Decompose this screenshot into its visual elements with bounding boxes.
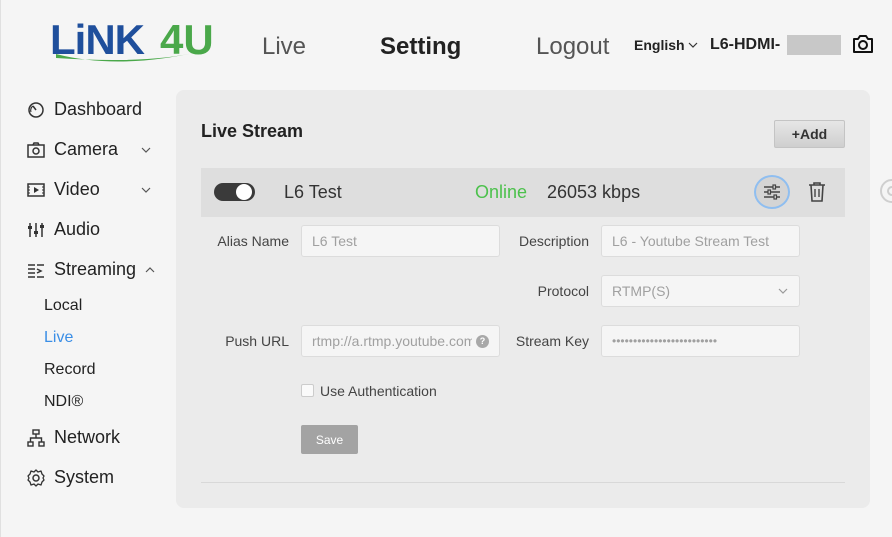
nav-setting[interactable]: Setting (380, 33, 461, 61)
chevron-down-icon[interactable] (140, 184, 152, 196)
save-button[interactable]: Save (301, 425, 358, 454)
sidebar-subitem-record[interactable]: Record (44, 361, 96, 379)
stream-status: Online (475, 182, 528, 202)
protocol-select[interactable]: RTMP(S) (601, 275, 800, 307)
chevron-up-icon[interactable] (144, 264, 156, 276)
sidebar-item-label: Dashboard (54, 99, 143, 119)
push-url-label: Push URL (225, 333, 289, 349)
sidebar-item-camera[interactable]: Camera (26, 139, 118, 160)
description-input[interactable]: L6 - Youtube Stream Test (601, 225, 800, 257)
stream-name: L6 Test (284, 182, 342, 202)
sidebar-subitem-ndi[interactable]: NDI® (44, 393, 83, 411)
sidebar-item-label: Streaming (54, 259, 137, 279)
sidebar-item-network[interactable]: Network (26, 427, 120, 448)
sidebar-subitem-live[interactable]: Live (44, 329, 73, 347)
video-icon (27, 182, 45, 197)
language-label: English (634, 37, 685, 53)
divider (201, 482, 845, 483)
sidebar-item-label: Video (54, 179, 100, 199)
snapshot-camera-icon[interactable] (851, 33, 875, 55)
sidebar-item-audio[interactable]: Audio (26, 219, 100, 240)
window-edge (0, 0, 1, 537)
protocol-label: Protocol (537, 283, 589, 299)
sidebar-item-dashboard[interactable]: Dashboard (26, 99, 142, 120)
sliders-icon (764, 184, 780, 200)
nav-live[interactable]: Live (262, 33, 306, 61)
sidebar-item-streaming[interactable]: Streaming (26, 259, 156, 280)
svg-text:LiNK: LiNK (50, 16, 145, 63)
link4u-logo: LiNK 4U (48, 14, 228, 70)
audio-icon (28, 222, 44, 237)
use-authentication-label: Use Authentication (320, 383, 437, 399)
toggle-knob (236, 184, 252, 200)
sidebar-item-label: Camera (54, 139, 119, 159)
alias-name-label: Alias Name (217, 233, 289, 249)
partial-gear-icon (878, 176, 892, 206)
camera-icon (27, 141, 45, 158)
stream-bitrate: 26053 kbps (547, 182, 641, 202)
nav-logout[interactable]: Logout (536, 33, 609, 61)
sidebar-item-label: System (54, 467, 115, 487)
sidebar-item-label: Network (54, 427, 121, 447)
language-select[interactable]: English (634, 37, 699, 53)
push-url-input[interactable]: rtmp://a.rtmp.youtube.com ? (301, 325, 500, 357)
help-icon[interactable]: ? (476, 334, 489, 348)
dashboard-icon (28, 101, 44, 118)
chevron-down-icon (688, 42, 697, 48)
device-name-redaction (787, 35, 841, 55)
sidebar-item-system[interactable]: System (26, 467, 114, 488)
sidebar-item-video[interactable]: Video (26, 179, 100, 200)
use-authentication-checkbox[interactable] (301, 384, 314, 397)
network-icon (27, 428, 45, 447)
delete-stream-button[interactable] (806, 180, 828, 204)
chevron-down-icon[interactable] (140, 144, 152, 156)
svg-text:4U: 4U (160, 16, 214, 63)
add-stream-button[interactable]: +Add (774, 120, 845, 148)
panel-title: Live Stream (201, 121, 304, 141)
chevron-down-icon (778, 288, 788, 294)
stream-settings-button[interactable] (754, 175, 790, 209)
stream-key-label: Stream Key (515, 333, 589, 349)
sidebar-subitem-local[interactable]: Local (44, 297, 82, 315)
protocol-value: RTMP(S) (612, 283, 671, 299)
alias-name-input[interactable]: L6 Test (301, 225, 500, 257)
description-label: Description (518, 233, 589, 249)
push-url-value: rtmp://a.rtmp.youtube.com (312, 333, 472, 349)
sidebar-item-label: Audio (54, 219, 101, 239)
gear-icon (27, 468, 45, 487)
streaming-icon (28, 263, 44, 278)
trash-icon (809, 182, 825, 202)
stream-key-input[interactable]: ••••••••••••••••••••••••• (601, 325, 800, 357)
device-name: L6-HDMI- (710, 36, 781, 53)
